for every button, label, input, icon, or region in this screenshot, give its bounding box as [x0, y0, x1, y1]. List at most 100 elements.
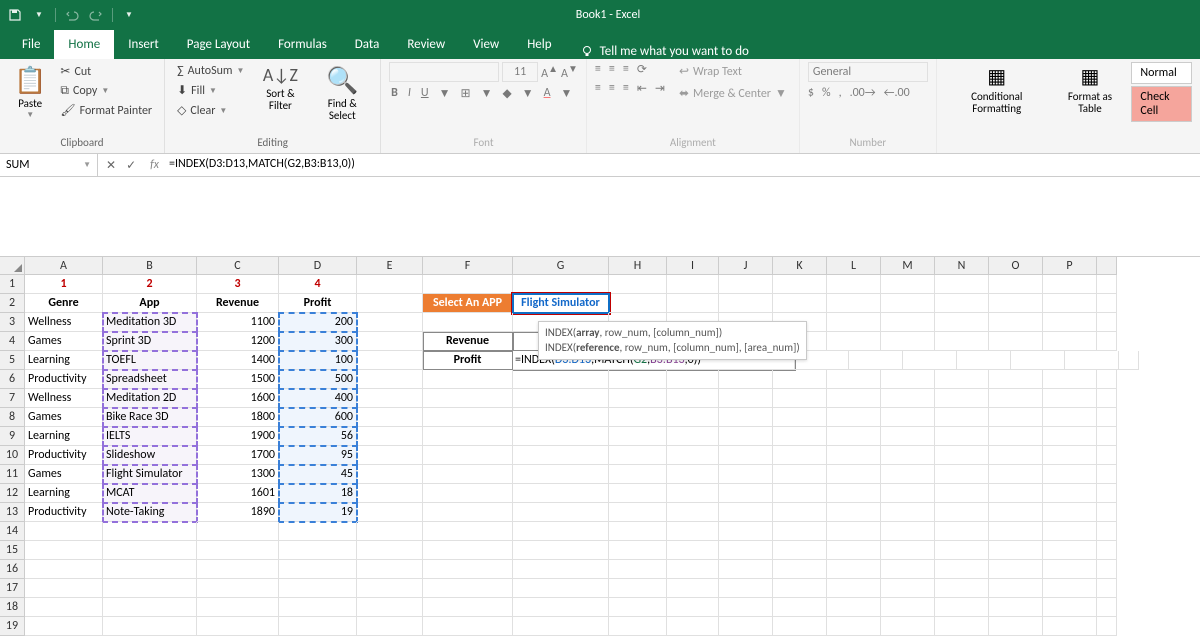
style-check-cell[interactable]: Check Cell [1131, 86, 1192, 122]
row-header[interactable]: 12 [0, 484, 25, 503]
italic-button[interactable]: I [408, 86, 411, 101]
cell[interactable] [1065, 351, 1119, 370]
cell[interactable]: Learning [25, 351, 103, 370]
cell[interactable]: Meditation 3D [103, 313, 197, 332]
cell[interactable] [103, 541, 197, 560]
cell[interactable] [773, 446, 827, 465]
cell[interactable]: Productivity [25, 370, 103, 389]
cell[interactable] [513, 541, 609, 560]
cell[interactable] [1097, 332, 1117, 351]
cell[interactable]: 1700 [197, 446, 279, 465]
tab-data[interactable]: Data [341, 30, 394, 59]
cell[interactable] [513, 617, 609, 636]
col-header[interactable]: N [935, 257, 989, 275]
cell[interactable] [423, 408, 513, 427]
cell[interactable] [1043, 503, 1097, 522]
cell[interactable] [773, 294, 827, 313]
cell[interactable] [773, 408, 827, 427]
cell[interactable] [881, 427, 935, 446]
cell[interactable] [279, 560, 357, 579]
cell[interactable]: 600 [279, 408, 357, 427]
cell[interactable] [1043, 598, 1097, 617]
cell[interactable]: 1400 [197, 351, 279, 370]
cell[interactable] [773, 427, 827, 446]
cell[interactable]: Note-Taking [103, 503, 197, 522]
cell[interactable] [357, 446, 423, 465]
cell[interactable] [357, 484, 423, 503]
cell[interactable] [773, 370, 827, 389]
cell[interactable] [935, 598, 989, 617]
name-box[interactable]: SUM ▼ [0, 154, 98, 176]
tab-insert[interactable]: Insert [114, 30, 173, 59]
row-header[interactable]: 17 [0, 579, 25, 598]
cell[interactable] [1043, 275, 1097, 294]
cell[interactable] [989, 332, 1043, 351]
cell[interactable]: 200 [279, 313, 357, 332]
cell[interactable] [1097, 294, 1117, 313]
cell[interactable] [609, 484, 667, 503]
cell[interactable] [719, 275, 773, 294]
cell[interactable] [1043, 408, 1097, 427]
border-button[interactable]: ⊞ [461, 86, 471, 101]
cell[interactable] [197, 541, 279, 560]
cell[interactable] [935, 427, 989, 446]
cell[interactable] [1097, 465, 1117, 484]
cell[interactable] [513, 484, 609, 503]
cell[interactable] [279, 541, 357, 560]
cell[interactable] [1011, 351, 1065, 370]
cell[interactable] [849, 351, 903, 370]
cell[interactable] [357, 294, 423, 313]
cell[interactable] [719, 503, 773, 522]
cell[interactable] [989, 408, 1043, 427]
cell[interactable]: Profit [423, 351, 513, 370]
cell[interactable] [25, 579, 103, 598]
cell[interactable] [1097, 446, 1117, 465]
cell[interactable] [881, 579, 935, 598]
cell[interactable] [881, 541, 935, 560]
cell[interactable]: 56 [279, 427, 357, 446]
cell[interactable] [609, 465, 667, 484]
cell[interactable] [667, 389, 719, 408]
cell[interactable] [197, 579, 279, 598]
cell[interactable] [827, 503, 881, 522]
cell[interactable] [881, 598, 935, 617]
cell[interactable] [357, 389, 423, 408]
cell[interactable] [1097, 503, 1117, 522]
cell[interactable] [357, 560, 423, 579]
tell-me-search[interactable]: Tell me what you want to do [566, 44, 763, 59]
cell[interactable]: 1500 [197, 370, 279, 389]
undo-icon[interactable] [61, 4, 83, 26]
cell[interactable] [25, 541, 103, 560]
cell[interactable] [667, 408, 719, 427]
cell[interactable] [25, 598, 103, 617]
number-format-dropdown[interactable]: General [808, 62, 928, 82]
cell[interactable] [719, 294, 773, 313]
sort-filter-button[interactable]: A↓Z Sort & Filter [252, 62, 308, 114]
save-icon[interactable] [4, 4, 26, 26]
cell[interactable]: 1600 [197, 389, 279, 408]
row-header[interactable]: 14 [0, 522, 25, 541]
cell[interactable]: 45 [279, 465, 357, 484]
cell[interactable]: App [103, 294, 197, 313]
cell[interactable] [881, 484, 935, 503]
row-header[interactable]: 4 [0, 332, 25, 351]
cell[interactable]: Sprint 3D [103, 332, 197, 351]
cell[interactable] [423, 503, 513, 522]
cell[interactable] [989, 313, 1043, 332]
row-header[interactable]: 7 [0, 389, 25, 408]
cell[interactable] [719, 465, 773, 484]
cell[interactable] [935, 465, 989, 484]
cell[interactable]: 400 [279, 389, 357, 408]
cell[interactable] [935, 503, 989, 522]
spreadsheet-grid[interactable]: A B C D E F G H I J K L M N O P 1 1 2 3 … [0, 257, 1200, 636]
cell[interactable] [357, 617, 423, 636]
cell[interactable] [773, 503, 827, 522]
cell[interactable] [279, 522, 357, 541]
cell[interactable]: Wellness [25, 389, 103, 408]
cell[interactable] [881, 313, 935, 332]
cell[interactable] [513, 503, 609, 522]
find-select-button[interactable]: 🔍 Find & Select [312, 62, 372, 124]
cell[interactable] [989, 522, 1043, 541]
cell[interactable] [667, 294, 719, 313]
cell[interactable] [935, 275, 989, 294]
